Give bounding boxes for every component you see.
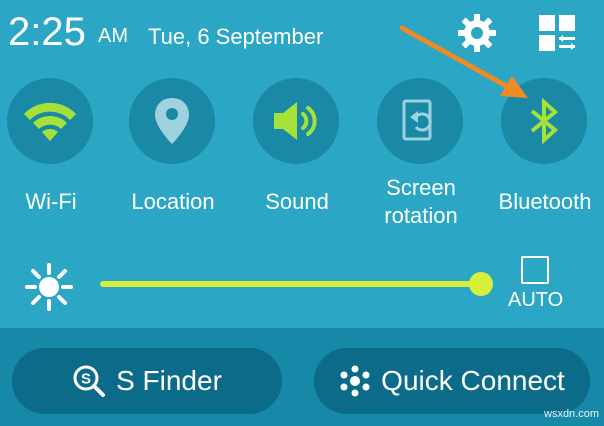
toggle-bluetooth-label: Bluetooth [498, 189, 592, 214]
clock-ampm: AM [98, 25, 128, 47]
toggle-screen-rotation[interactable]: Screen rotation [359, 78, 483, 238]
toggle-bluetooth[interactable]: Bluetooth [483, 78, 604, 238]
s-finder-button[interactable]: S S Finder [12, 348, 282, 414]
bluetooth-icon [530, 98, 559, 144]
toggle-sound-circle [253, 78, 339, 164]
toggle-wifi-label: Wi-Fi [25, 189, 77, 214]
toggle-screen-rotation-label-line2: rotation [384, 203, 458, 228]
auto-brightness-label: AUTO [508, 289, 564, 311]
watermark-text: wsxdn.com [544, 408, 600, 420]
toggle-bluetooth-circle [501, 78, 587, 164]
auto-brightness-checkbox[interactable] [521, 256, 549, 284]
s-finder-search-icon: S [72, 364, 106, 398]
clock-time: 2:25 [8, 10, 86, 54]
toggle-location-circle [129, 78, 215, 164]
toggle-screen-rotation-label: Screen rotation [359, 174, 483, 230]
date-label: Tue, 6 September [148, 24, 324, 49]
brightness-sun-icon [25, 263, 73, 311]
toggle-wifi-circle [7, 78, 93, 164]
speaker-icon [274, 102, 317, 140]
gear-icon [458, 14, 496, 52]
grid-edit-icon [539, 15, 575, 51]
screen-rotation-icon [402, 99, 432, 141]
quick-connect-button[interactable]: Quick Connect [314, 348, 590, 414]
toggle-screen-rotation-label-line1: Screen [386, 175, 456, 200]
brightness-slider-track[interactable] [100, 281, 482, 287]
svg-text:S: S [81, 371, 91, 388]
toggle-wifi[interactable]: Wi-Fi [0, 78, 113, 238]
brightness-slider-thumb[interactable] [469, 272, 493, 296]
quick-connect-label: Quick Connect [381, 365, 565, 396]
wifi-icon [24, 102, 76, 141]
quick-connect-icon [339, 365, 371, 397]
toggle-location[interactable]: Location [111, 78, 235, 238]
s-finder-label: S Finder [116, 365, 222, 396]
toggle-sound[interactable]: Sound [235, 78, 359, 238]
edit-tiles-button[interactable] [534, 10, 580, 56]
toggle-sound-label: Sound [265, 189, 329, 214]
location-pin-icon [155, 98, 189, 144]
toggle-location-label: Location [131, 189, 215, 214]
settings-button[interactable] [454, 10, 500, 56]
toggle-screen-rotation-circle [377, 78, 463, 164]
